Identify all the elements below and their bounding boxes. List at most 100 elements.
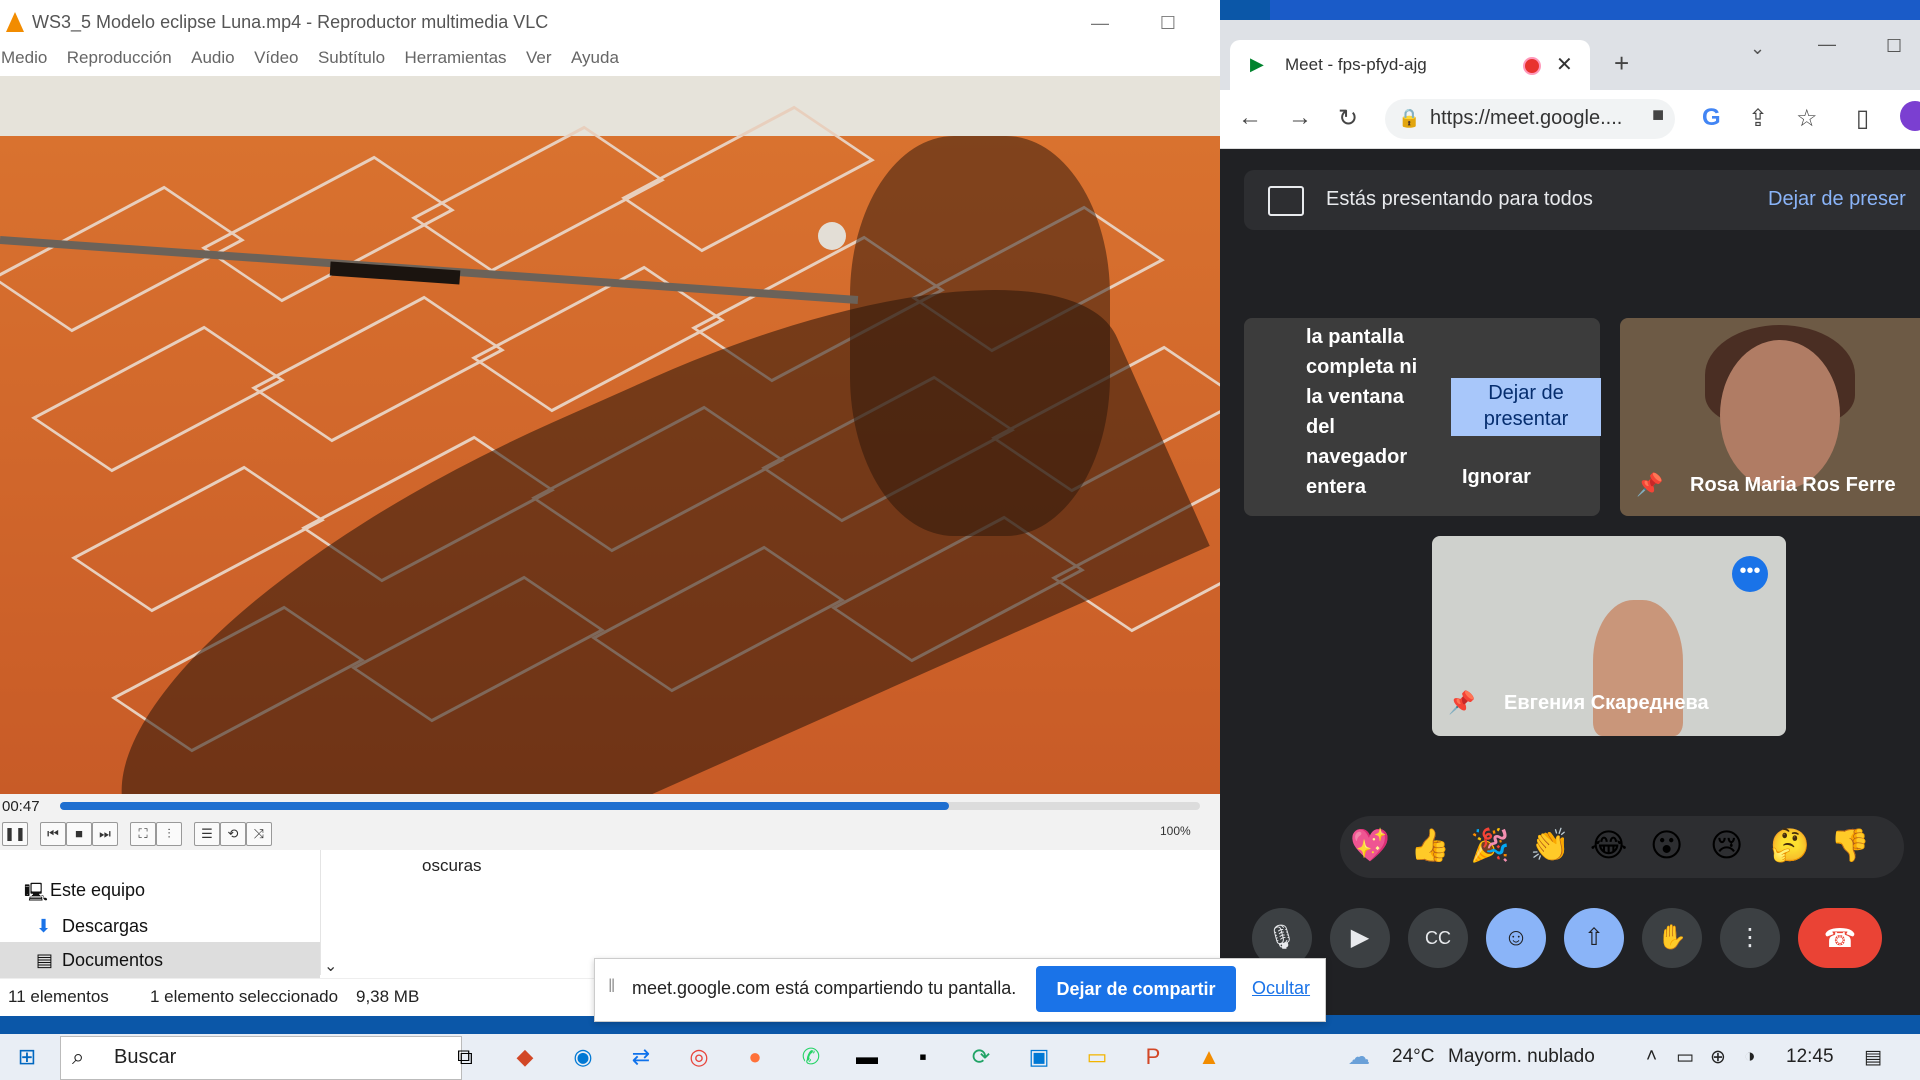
teamviewer-icon[interactable]: ⇄ (626, 1042, 656, 1072)
share-icon[interactable]: ⇪ (1748, 104, 1768, 133)
menu-ayuda[interactable]: Ayuda (571, 48, 619, 68)
previous-button[interactable]: ⏮ (40, 822, 66, 846)
task-view-icon[interactable]: ⧉ (450, 1042, 480, 1072)
weather-icon: ☁ (1348, 1044, 1370, 1069)
menu-herramientas[interactable]: Herramientas (405, 48, 507, 68)
hide-link[interactable]: Ocultar (1252, 978, 1310, 999)
tab-search-icon[interactable]: ⌄ (1750, 38, 1765, 59)
minimize-icon[interactable]: — (1818, 34, 1836, 55)
reaction-clap[interactable]: 👏 (1530, 826, 1570, 864)
video-frame[interactable] (0, 76, 1220, 794)
new-tab-icon[interactable]: + (1614, 48, 1629, 79)
stop-presenting-button[interactable]: Dejar de presentar (1451, 378, 1601, 436)
weather-temp[interactable]: 24°C (1392, 1046, 1434, 1068)
forward-icon[interactable]: → (1288, 104, 1312, 132)
reload-icon[interactable]: ↻ (1338, 104, 1358, 133)
stop-sharing-button[interactable]: Dejar de compartir (1036, 966, 1236, 1012)
firefox-icon[interactable]: ● (740, 1042, 770, 1072)
share-notice-text: meet.google.com está compartiendo tu pan… (632, 978, 1017, 998)
vlc-cone-icon (6, 12, 24, 32)
drag-handle-icon[interactable]: ‖ (608, 976, 615, 997)
emoji-reaction-icon[interactable]: ☺ (1486, 908, 1546, 968)
menu-audio[interactable]: Audio (191, 48, 234, 68)
shuffle-button[interactable]: ⤨ (246, 822, 272, 846)
network-icon[interactable]: ⊕ (1710, 1046, 1726, 1069)
menu-ver[interactable]: Ver (526, 48, 552, 68)
minimize-icon[interactable]: — (1080, 8, 1120, 38)
clock[interactable]: 12:45 (1786, 1046, 1834, 1068)
reaction-sad[interactable]: 😢 (1710, 826, 1743, 864)
reaction-heart[interactable]: 💖 (1350, 826, 1390, 864)
notification-icon[interactable]: ▤ (1864, 1046, 1882, 1069)
edge-icon[interactable]: ◉ (568, 1042, 598, 1072)
app-icon[interactable]: ◆ (510, 1042, 540, 1072)
status-selected: 1 elemento seleccionado (150, 987, 339, 1006)
pause-button[interactable]: ❚❚ (2, 822, 28, 846)
menu-reproduccion[interactable]: Reproducción (67, 48, 172, 68)
raise-hand-icon[interactable]: ✋ (1642, 908, 1702, 968)
reaction-thumbs-down[interactable]: 👎 (1830, 826, 1870, 864)
weather-description[interactable]: Mayorm. nublado (1448, 1046, 1595, 1068)
google-icon[interactable]: G (1702, 104, 1721, 132)
side-panel-icon[interactable]: ▯ (1856, 104, 1869, 133)
extended-settings-button[interactable]: ⫶ (156, 822, 182, 846)
chevron-up-icon[interactable]: ˄ (1646, 1046, 1657, 1068)
maximize-icon[interactable]: ☐ (1886, 36, 1902, 57)
present-now-icon[interactable]: ⇧ (1564, 908, 1624, 968)
search-placeholder: Buscar (114, 1046, 177, 1068)
reaction-surprised[interactable]: 😮 (1650, 826, 1683, 864)
pin-icon[interactable]: 📌 (1636, 472, 1663, 498)
ignore-button[interactable]: Ignorar (1462, 466, 1531, 489)
chevron-down-icon[interactable]: ⌄ (324, 956, 337, 976)
stop-button[interactable]: ■ (66, 822, 92, 846)
close-tab-icon[interactable]: ✕ (1556, 52, 1573, 77)
back-icon[interactable]: ← (1238, 104, 1262, 132)
menu-video[interactable]: Vídeo (254, 48, 298, 68)
url-text[interactable]: https://meet.google.... (1430, 107, 1622, 130)
windows-start-icon[interactable]: ⊞ (12, 1042, 42, 1072)
menu-subtitulo[interactable]: Subtítulo (318, 48, 385, 68)
reaction-thinking[interactable]: 🤔 (1770, 826, 1810, 864)
app-icon[interactable]: ▪ (908, 1042, 938, 1072)
nav-item-documentos[interactable]: Documentos (62, 950, 163, 971)
captions-icon[interactable]: CC (1408, 908, 1468, 968)
volume-level[interactable]: 100% (1160, 824, 1191, 838)
reaction-party[interactable]: 🎉 (1470, 826, 1510, 864)
reaction-laugh[interactable]: 😂 (1590, 826, 1627, 864)
app-icon[interactable]: ▬ (852, 1042, 882, 1072)
vlc-menu-bar: Medio Reproducción Audio Vídeo Subtítulo… (0, 48, 633, 76)
whatsapp-icon[interactable]: ✆ (796, 1042, 826, 1072)
more-options-icon[interactable]: ••• (1732, 556, 1768, 592)
stop-presenting-link[interactable]: Dejar de preser (1768, 188, 1906, 211)
leave-call-icon[interactable]: ☎ (1798, 908, 1882, 968)
pin-icon[interactable]: 📌 (1448, 690, 1475, 716)
vlc-title-bar[interactable]: WS3_5 Modelo eclipse Luna.mp4 - Reproduc… (0, 0, 1220, 46)
more-vert-icon[interactable]: ⋮ (1720, 908, 1780, 968)
reaction-thumbs-up[interactable]: 👍 (1410, 826, 1450, 864)
maximize-icon[interactable]: ☐ (1148, 8, 1188, 38)
battery-icon[interactable]: ▭ (1676, 1046, 1694, 1069)
computer-icon: 🖳 (24, 882, 49, 902)
camera-icon[interactable]: ■ (1652, 104, 1664, 127)
loop-button[interactable]: ⟲ (220, 822, 246, 846)
participant-face (1593, 600, 1683, 736)
document-icon: ▤ (36, 950, 54, 970)
chrome-icon[interactable]: ◎ (684, 1042, 714, 1072)
nav-item-este-equipo[interactable]: Este equipo (50, 880, 145, 901)
nav-item-descargas[interactable]: Descargas (62, 916, 148, 937)
next-button[interactable]: ⏭ (92, 822, 118, 846)
present-screen-icon (1268, 186, 1304, 216)
app-icon[interactable]: ▣ (1024, 1042, 1054, 1072)
powerpoint-icon[interactable]: P (1138, 1042, 1168, 1072)
file-explorer-icon[interactable]: ▭ (1082, 1042, 1112, 1072)
vlc-icon[interactable]: ▲ (1194, 1042, 1224, 1072)
presenting-text: Estás presentando para todos (1326, 188, 1593, 210)
app-icon[interactable]: ⟳ (966, 1042, 996, 1072)
participant-name: Евгения Скареднева (1504, 692, 1709, 714)
volume-icon[interactable]: ◑ (1744, 1046, 1755, 1068)
fullscreen-button[interactable]: ⛶ (130, 822, 156, 846)
playlist-button[interactable]: ☰ (194, 822, 220, 846)
menu-medio[interactable]: Medio (1, 48, 47, 68)
camera-toggle-icon[interactable]: ▶ (1330, 908, 1390, 968)
bookmark-star-icon[interactable]: ☆ (1796, 104, 1818, 133)
